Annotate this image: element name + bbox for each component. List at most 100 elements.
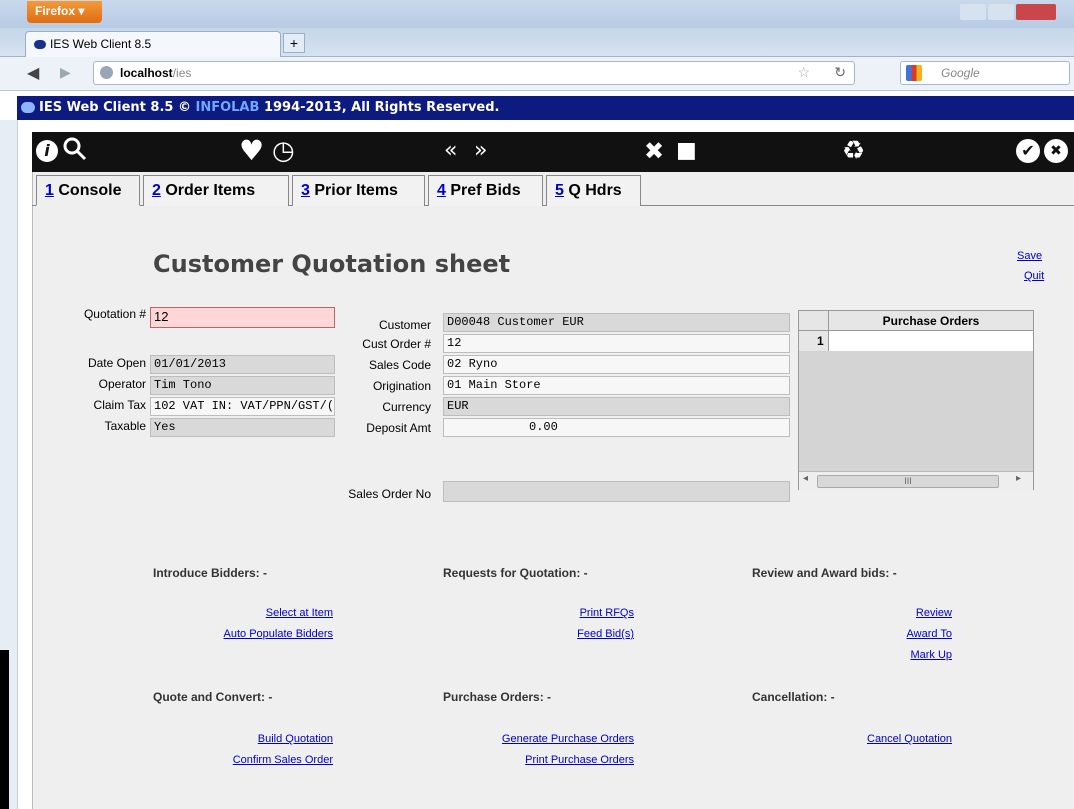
purchase-orders-heading: Purchase Orders: - xyxy=(443,690,552,704)
page-title: Customer Quotation sheet xyxy=(153,250,511,278)
grid-cell[interactable] xyxy=(829,331,1033,351)
claim-tax-field[interactable]: 102 VAT IN: VAT/PPN/GST/( xyxy=(150,397,335,416)
globe-icon xyxy=(100,66,113,79)
window-titlebar xyxy=(0,0,1074,28)
taxable-field: Yes xyxy=(150,418,335,437)
info-icon[interactable]: i xyxy=(36,140,58,162)
favicon-icon xyxy=(34,40,46,50)
app-banner: IES Web Client 8.5 © INFOLAB 1994-2013, … xyxy=(17,96,1074,120)
quote-convert-heading: Quote and Convert: - xyxy=(153,690,273,704)
tab-number: 1 xyxy=(45,182,54,199)
minimize-icon[interactable] xyxy=(960,4,986,20)
tab-number: 5 xyxy=(555,182,564,199)
tools-icon[interactable]: ✖ xyxy=(644,136,664,166)
scroll-right-icon[interactable]: ▸ xyxy=(1016,473,1021,484)
grid-row-number: 1 xyxy=(799,331,829,351)
deposit-value: 0.00 xyxy=(529,420,558,434)
build-quotation-link[interactable]: Build Quotation xyxy=(153,733,333,745)
stop-icon[interactable]: ■ xyxy=(676,136,697,166)
sales-order-label: Sales Order No xyxy=(348,487,431,501)
operator-field: Tim Tono xyxy=(150,376,335,395)
tab-label: Prior Items xyxy=(314,182,398,199)
horizontal-scrollbar[interactable]: ◂ III ▸ xyxy=(799,471,1033,490)
maximize-icon[interactable] xyxy=(988,4,1014,20)
tab-label: Pref Bids xyxy=(450,182,521,199)
close-icon[interactable]: ✖ xyxy=(1044,139,1068,163)
next-record-icon[interactable]: » xyxy=(474,136,487,166)
tab-number: 3 xyxy=(301,182,310,199)
quotation-input[interactable]: 12 xyxy=(150,307,335,328)
quit-link[interactable]: Quit xyxy=(1024,270,1044,282)
customer-field: D00048 Customer EUR xyxy=(443,313,790,332)
deposit-field[interactable]: 0.00 xyxy=(443,418,790,437)
confirm-sales-order-link[interactable]: Confirm Sales Order xyxy=(153,754,333,766)
search-bar[interactable]: Google xyxy=(900,61,1070,85)
url-bar[interactable]: localhost/ies ☆ ↻ xyxy=(93,61,855,85)
url-host: localhost xyxy=(120,66,173,80)
claim-tax-label: Claim Tax xyxy=(93,398,146,412)
forward-arrow-icon[interactable]: ▶ xyxy=(60,64,71,81)
print-purchase-orders-link[interactable]: Print Purchase Orders xyxy=(443,754,634,766)
bookmark-star-icon[interactable]: ☆ xyxy=(797,64,810,81)
cust-order-field[interactable]: 12 xyxy=(443,334,790,353)
browser-tab-title: IES Web Client 8.5 xyxy=(50,37,152,51)
tab-q-hdrs[interactable]: 5 Q Hdrs xyxy=(546,175,641,206)
brand-name: INFOLAB xyxy=(195,100,260,115)
feed-bids-link[interactable]: Feed Bid(s) xyxy=(443,628,634,640)
currency-label: Currency xyxy=(382,400,431,414)
auto-populate-bidders-link[interactable]: Auto Populate Bidders xyxy=(153,628,333,640)
ok-icon[interactable]: ✔ xyxy=(1016,139,1040,163)
sales-code-field[interactable]: 02 Ryno xyxy=(443,355,790,374)
deposit-label: Deposit Amt xyxy=(366,421,431,435)
tab-label: Console xyxy=(58,182,122,199)
introduce-bidders-heading: Introduce Bidders: - xyxy=(153,566,268,580)
new-tab-button[interactable]: + xyxy=(283,33,305,53)
tab-console[interactable]: 1 Console xyxy=(36,175,140,206)
review-award-heading: Review and Award bids: - xyxy=(752,566,897,580)
heart-icon[interactable]: ♥ xyxy=(239,136,264,166)
tab-pref-bids[interactable]: 4 Pref Bids xyxy=(428,175,543,206)
tab-number: 4 xyxy=(437,182,446,199)
search-placeholder: Google xyxy=(941,66,980,80)
tab-label: Q Hdrs xyxy=(568,182,622,199)
window-close-icon[interactable] xyxy=(1016,4,1056,20)
purchase-orders-grid: Purchase Orders 1 ◂ III ▸ xyxy=(798,310,1034,490)
previous-record-icon[interactable]: « xyxy=(444,136,457,166)
app-title: IES Web Client 8.5 xyxy=(39,100,174,115)
rights-text: 1994-2013, All Rights Reserved. xyxy=(263,100,500,115)
origination-field[interactable]: 01 Main Store xyxy=(443,376,790,395)
customer-label: Customer xyxy=(378,318,431,332)
url-path: /ies xyxy=(172,66,192,80)
scroll-left-icon[interactable]: ◂ xyxy=(803,473,808,484)
app-logo-icon xyxy=(21,102,35,113)
back-arrow-icon[interactable]: ◀ xyxy=(27,63,39,83)
copyright-mark: © xyxy=(177,100,191,115)
recycle-icon[interactable]: ♻ xyxy=(842,136,865,166)
generate-purchase-orders-link[interactable]: Generate Purchase Orders xyxy=(443,733,634,745)
award-to-link[interactable]: Award To xyxy=(752,628,952,640)
grid-header: Purchase Orders xyxy=(829,311,1033,331)
tab-prior-items[interactable]: 3 Prior Items xyxy=(292,175,425,206)
window-controls[interactable] xyxy=(960,4,1070,22)
firefox-menu-button[interactable]: Firefox ▾ xyxy=(27,1,102,23)
cancellation-heading: Cancellation: - xyxy=(752,690,835,704)
mark-up-link[interactable]: Mark Up xyxy=(752,649,952,661)
taxable-label: Taxable xyxy=(104,419,146,433)
print-rfqs-link[interactable]: Print RFQs xyxy=(443,607,634,619)
clock-icon[interactable]: ◷ xyxy=(272,136,295,166)
tab-number: 2 xyxy=(152,182,161,199)
save-link[interactable]: Save xyxy=(1017,250,1042,262)
google-icon xyxy=(906,65,922,81)
select-at-item-link[interactable]: Select at Item xyxy=(153,607,333,619)
tab-order-items[interactable]: 2 Order Items xyxy=(143,175,289,206)
browser-tab[interactable]: IES Web Client 8.5 xyxy=(25,31,281,57)
review-link[interactable]: Review xyxy=(752,607,952,619)
sales-order-field xyxy=(443,481,790,502)
grid-corner xyxy=(799,311,829,331)
cancel-quotation-link[interactable]: Cancel Quotation xyxy=(752,733,952,745)
currency-field: EUR xyxy=(443,397,790,416)
search-icon[interactable] xyxy=(62,136,88,169)
reload-icon[interactable]: ↻ xyxy=(834,64,846,81)
scroll-thumb[interactable]: III xyxy=(817,475,999,488)
tab-label: Order Items xyxy=(165,182,256,199)
